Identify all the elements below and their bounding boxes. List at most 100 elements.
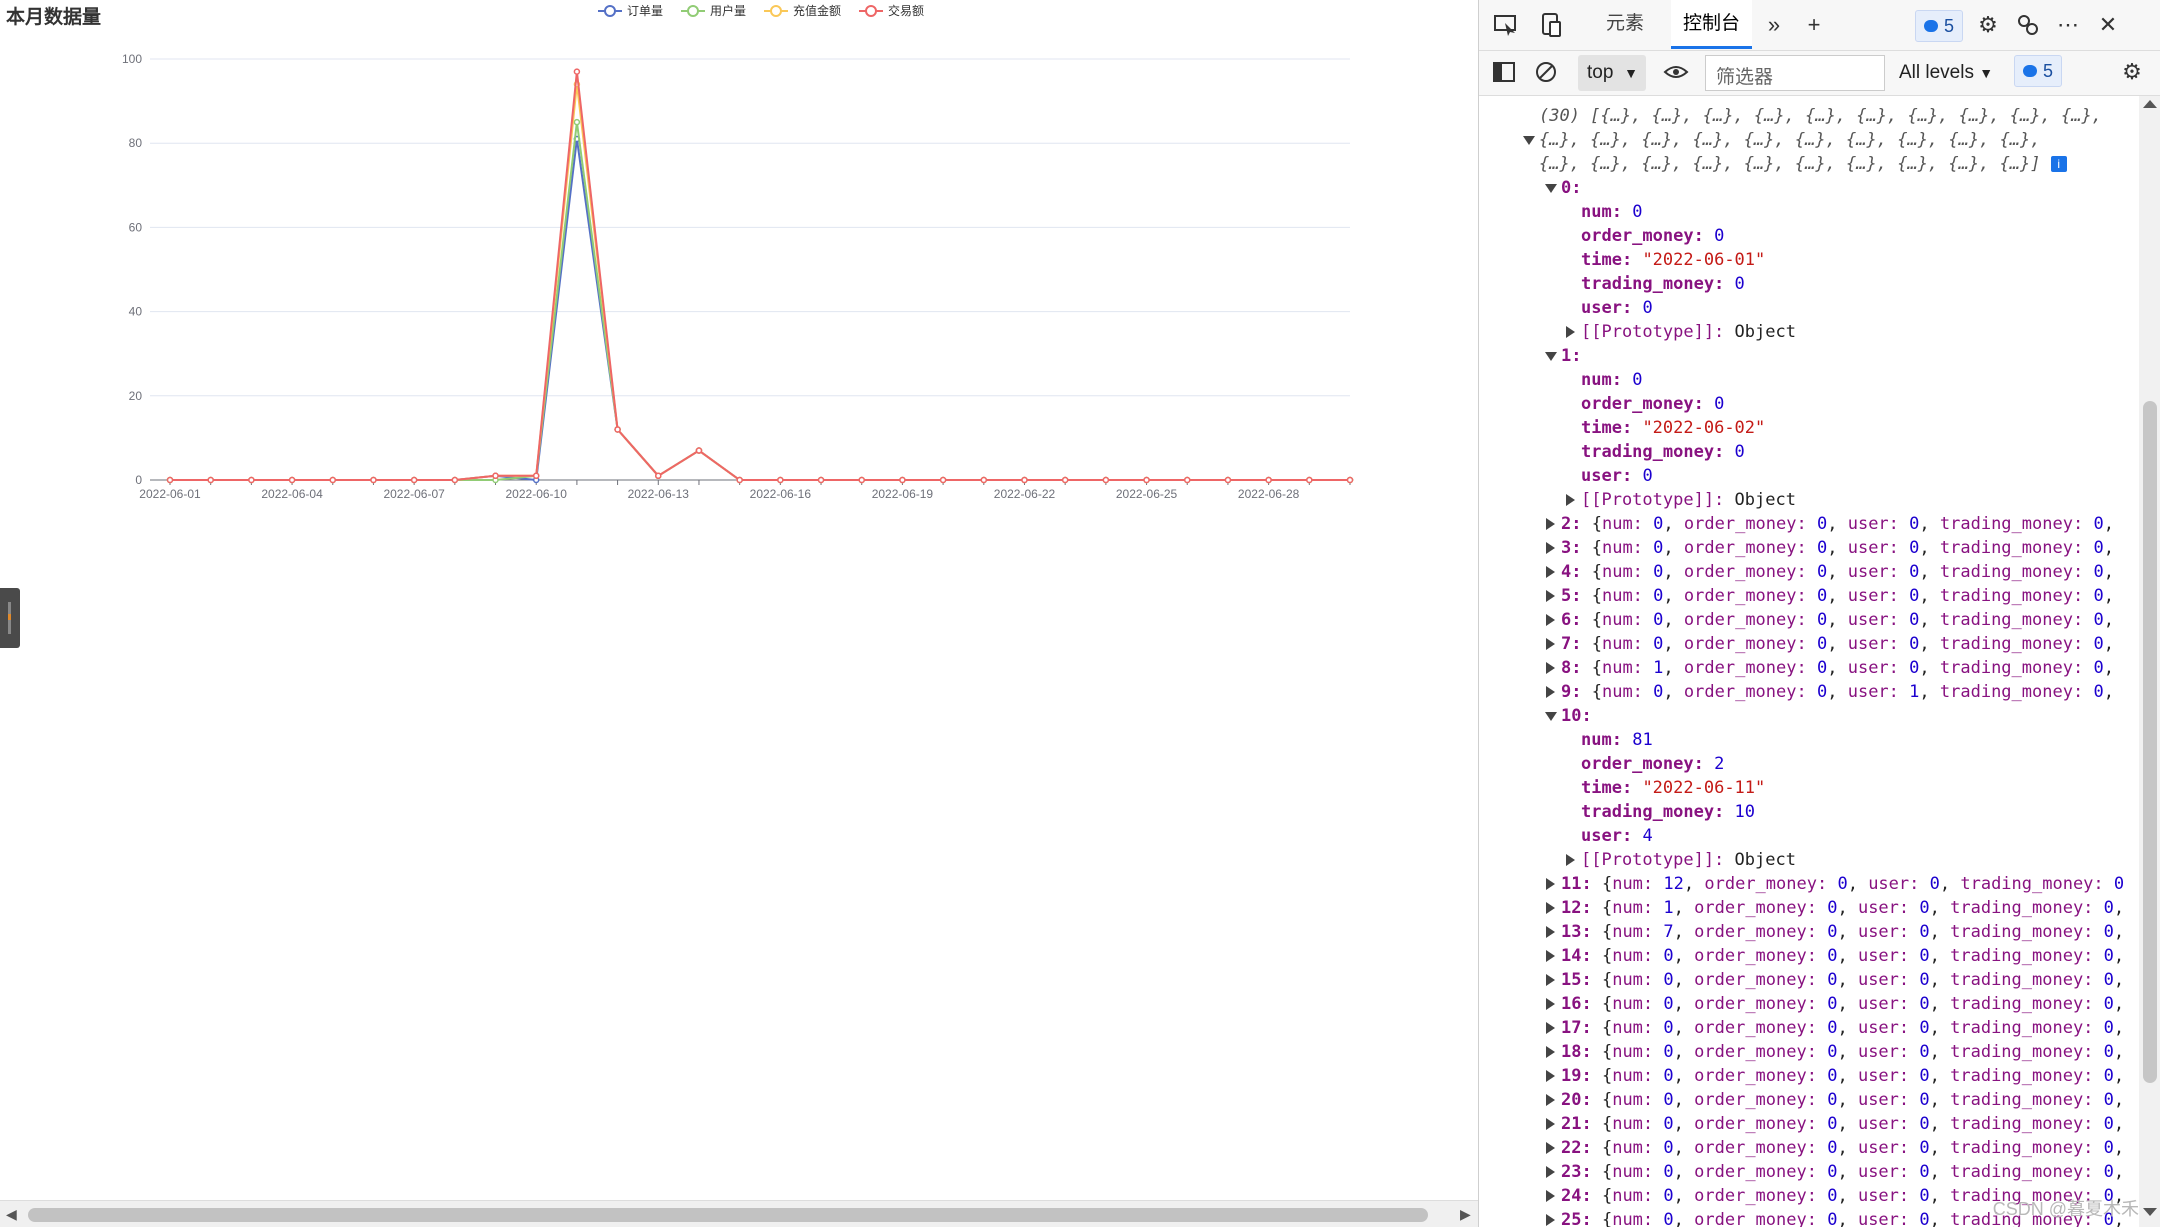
message-icon: [2023, 65, 2037, 77]
tab-elements[interactable]: 元素: [1594, 0, 1656, 48]
more-tabs-icon[interactable]: »: [1759, 10, 1789, 40]
console-expandable-line[interactable]: 2: {num: 0, order_money: 0, user: 0, tra…: [1546, 512, 2114, 536]
add-tab-icon[interactable]: +: [1799, 10, 1829, 40]
data-point: [1061, 476, 1069, 484]
legend-marker: [865, 5, 877, 17]
console-expandable-line[interactable]: 13: {num: 7, order_money: 0, user: 0, tr…: [1545, 920, 2124, 944]
scrollbar-thumb[interactable]: [2143, 401, 2157, 1083]
scrollbar-thumb[interactable]: [28, 1208, 1428, 1222]
console-expandable-line[interactable]: 23: {num: 0, order_money: 0, user: 0, tr…: [1545, 1160, 2124, 1184]
console-line: user: 0: [1581, 298, 1653, 318]
x-tick-label: 2022-06-01: [139, 487, 201, 501]
data-point: [980, 476, 988, 484]
console-expandable-line[interactable]: 5: {num: 0, order_money: 0, user: 0, tra…: [1546, 584, 2114, 608]
data-point: [1224, 476, 1232, 484]
console-expandable-line[interactable]: {…}, {…}, {…}, {…}, {…}, {…}, {…}, {…}, …: [1523, 128, 2041, 152]
console-output: (30) [{…}, {…}, {…}, {…}, {…}, {…}, {…},…: [1479, 96, 2137, 1227]
context-select[interactable]: top ▼: [1578, 55, 1646, 91]
y-tick-label: 0: [135, 473, 142, 487]
console-expandable-line[interactable]: 1:: [1544, 344, 1581, 368]
settings-gear-icon[interactable]: ⚙: [1973, 10, 2003, 40]
console-expandable-line[interactable]: 10:: [1545, 704, 1592, 728]
console-expandable-line[interactable]: 17: {num: 0, order_money: 0, user: 0, tr…: [1545, 1016, 2124, 1040]
console-expandable-line[interactable]: 7: {num: 0, order_money: 0, user: 0, tra…: [1546, 632, 2114, 656]
data-point: [248, 476, 255, 484]
clear-console-icon[interactable]: [1531, 57, 1561, 87]
log-levels-dropdown[interactable]: All levels ▼: [1899, 55, 1993, 91]
console-line: num: 81: [1581, 730, 1653, 750]
console-expandable-line[interactable]: 15: {num: 0, order_money: 0, user: 0, tr…: [1545, 968, 2124, 992]
y-tick-label: 20: [129, 389, 143, 403]
scroll-up-icon[interactable]: [2143, 100, 2157, 108]
console-expandable-line[interactable]: 0:: [1544, 176, 1581, 200]
console-expandable-line[interactable]: 11: {num: 12, order_money: 0, user: 0, t…: [1545, 872, 2124, 896]
console-expandable-line[interactable]: 12: {num: 1, order_money: 0, user: 0, tr…: [1545, 896, 2124, 920]
issues-counter[interactable]: 5: [2014, 55, 2063, 87]
console-expandable-line[interactable]: 21: {num: 0, order_money: 0, user: 0, tr…: [1545, 1112, 2124, 1136]
console-expandable-line[interactable]: 6: {num: 0, order_money: 0, user: 0, tra…: [1546, 608, 2114, 632]
console-expandable-line[interactable]: 4: {num: 0, order_money: 0, user: 0, tra…: [1546, 560, 2114, 584]
x-tick-label: 2022-06-16: [750, 487, 812, 501]
console-expandable-line[interactable]: [[Prototype]]: Object: [1566, 320, 1796, 344]
data-point: [329, 476, 337, 484]
y-tick-label: 80: [129, 136, 143, 150]
inspect-element-icon[interactable]: [1491, 10, 1521, 40]
console-line: time: "2022-06-02": [1581, 418, 1766, 438]
console-expandable-line[interactable]: 22: {num: 0, order_money: 0, user: 0, tr…: [1545, 1136, 2124, 1160]
data-point: [736, 476, 743, 484]
console-expandable-line[interactable]: 18: {num: 0, order_money: 0, user: 0, tr…: [1545, 1040, 2124, 1064]
data-point: [1265, 476, 1272, 484]
scroll-left-icon[interactable]: ◀: [6, 1206, 17, 1223]
feedback-icon[interactable]: [2013, 10, 2043, 40]
x-tick-label: 2022-06-19: [872, 487, 934, 501]
console-line: user: 4: [1581, 826, 1653, 846]
data-point: [451, 476, 459, 484]
data-point: [858, 476, 865, 484]
message-icon: [1924, 20, 1938, 32]
vertical-scrollbar[interactable]: [2139, 96, 2160, 1227]
console-settings-gear-icon[interactable]: ⚙: [2117, 57, 2147, 87]
device-emulation-icon[interactable]: [1537, 10, 1567, 40]
x-tick-label: 2022-06-07: [383, 487, 445, 501]
close-icon[interactable]: ✕: [2093, 10, 2123, 40]
data-point: [410, 476, 418, 484]
console-expandable-line[interactable]: 16: {num: 0, order_money: 0, user: 0, tr…: [1545, 992, 2124, 1016]
data-point: [614, 426, 621, 433]
console-expandable-line[interactable]: 9: {num: 0, order_money: 0, user: 1, tra…: [1546, 680, 2114, 704]
chevron-down-icon: ▼: [1979, 65, 1994, 81]
console-line: time: "2022-06-01": [1581, 250, 1766, 270]
console-expandable-line[interactable]: 8: {num: 1, order_money: 0, user: 0, tra…: [1546, 656, 2114, 680]
data-point: [166, 476, 174, 484]
filter-input[interactable]: 筛选器: [1705, 55, 1885, 91]
x-tick-label: 2022-06-22: [994, 487, 1056, 501]
console-filter-bar: top ▼ 筛选器 All levels ▼ 5 ⚙: [1479, 51, 2160, 96]
data-point: [532, 472, 540, 480]
tab-console[interactable]: 控制台: [1671, 0, 1753, 49]
legend-marker: [770, 5, 782, 17]
console-line: num: 0: [1581, 370, 1643, 390]
console-line: order_money: 2: [1581, 754, 1725, 774]
console-expandable-line[interactable]: 19: {num: 0, order_money: 0, user: 0, tr…: [1545, 1064, 2124, 1088]
horizontal-scrollbar[interactable]: ◀ ▶: [0, 1200, 1478, 1227]
data-point: [207, 476, 214, 484]
console-line: time: "2022-06-11": [1581, 778, 1766, 798]
live-expression-eye-icon[interactable]: [1661, 57, 1691, 87]
y-tick-label: 40: [129, 305, 143, 319]
console-expandable-line[interactable]: 14: {num: 0, order_money: 0, user: 0, tr…: [1545, 944, 2124, 968]
side-panel-handle[interactable]: [0, 588, 20, 648]
console-expandable-line[interactable]: [[Prototype]]: Object: [1566, 488, 1796, 512]
page-title: 本月数据量: [6, 7, 102, 28]
data-point: [1102, 476, 1110, 484]
scroll-right-icon[interactable]: ▶: [1460, 1206, 1471, 1223]
console-expandable-line[interactable]: 20: {num: 0, order_money: 0, user: 0, tr…: [1545, 1088, 2124, 1112]
legend-label: 用户量: [710, 3, 746, 18]
console-expandable-line[interactable]: [[Prototype]]: Object: [1566, 848, 1796, 872]
console-expandable-line[interactable]: 3: {num: 0, order_money: 0, user: 0, tra…: [1546, 536, 2114, 560]
data-point: [1143, 476, 1150, 484]
devtools-toolbar: 元素 控制台 » + 5 ⚙ ⋯ ✕: [1479, 0, 2160, 51]
more-options-icon[interactable]: ⋯: [2053, 10, 2083, 40]
issues-badge[interactable]: 5: [1915, 10, 1964, 42]
data-point: [288, 476, 296, 484]
scroll-down-icon[interactable]: [2143, 1208, 2157, 1216]
sidebar-toggle-icon[interactable]: [1489, 57, 1519, 87]
